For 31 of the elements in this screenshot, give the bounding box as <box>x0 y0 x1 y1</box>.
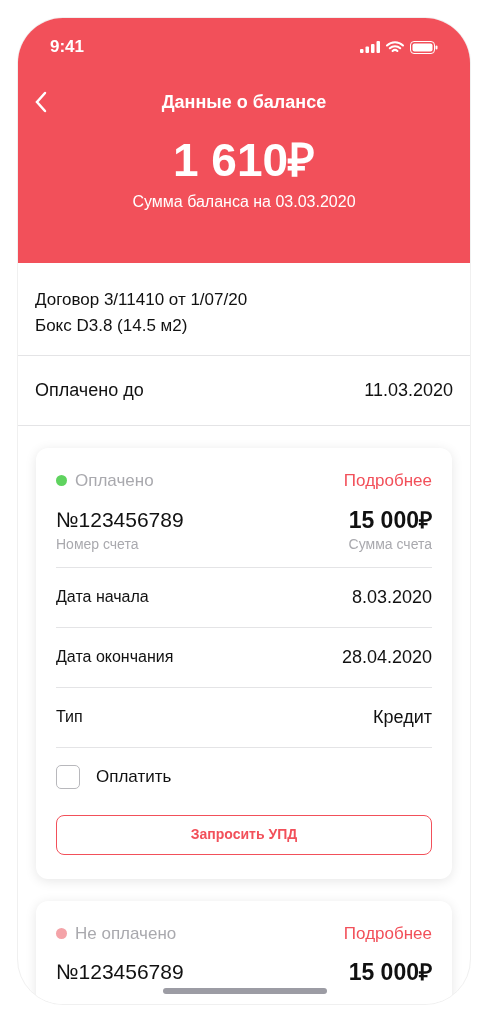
balance-caption: Сумма баланса на 03.03.2020 <box>131 192 357 212</box>
screen-title: Данные о балансе <box>161 90 327 114</box>
row-label: Дата начала <box>56 587 149 607</box>
pay-checkbox[interactable] <box>56 765 80 789</box>
invoice-amount: 15 000₽ <box>348 505 432 534</box>
pay-label: Оплатить <box>96 766 172 789</box>
status-label: Оплачено <box>75 470 154 492</box>
invoice-number-label: Номер счета <box>56 534 140 554</box>
request-document-button[interactable]: Запросить УПД <box>56 814 432 855</box>
balance-amount: 1 610₽ <box>171 133 317 188</box>
row-value: 8.03.2020 <box>351 585 432 609</box>
row-label: Дата окончания <box>56 647 174 667</box>
wifi-icon <box>386 40 404 54</box>
status-label: Не оплачено <box>75 922 177 945</box>
details-link[interactable]: Подробнее <box>343 468 432 494</box>
details-link[interactable]: Подробнее <box>343 920 432 946</box>
row-value: Кредит <box>373 705 432 729</box>
invoice-amount: 15 000₽ <box>348 958 432 986</box>
invoice-amount-label: Сумма счета <box>348 534 432 554</box>
contract-line: Договор 3/11410 от 1/07/20 <box>35 289 249 311</box>
paid-until-value: 11.03.2020 <box>364 379 453 402</box>
paid-until-label: Оплачено до <box>35 379 144 402</box>
contract-line: Бокс D3.8 (14.5 м2) <box>35 315 189 337</box>
back-icon[interactable] <box>34 91 48 113</box>
signal-icon <box>360 41 380 53</box>
row-value: 28.04.2020 <box>341 645 432 669</box>
invoice-number: №123456789 <box>56 506 184 533</box>
invoice-number: №123456789 <box>56 959 184 985</box>
row-label: Тип <box>56 707 83 727</box>
battery-icon <box>410 40 438 54</box>
status-time: 9:41 <box>50 36 85 59</box>
